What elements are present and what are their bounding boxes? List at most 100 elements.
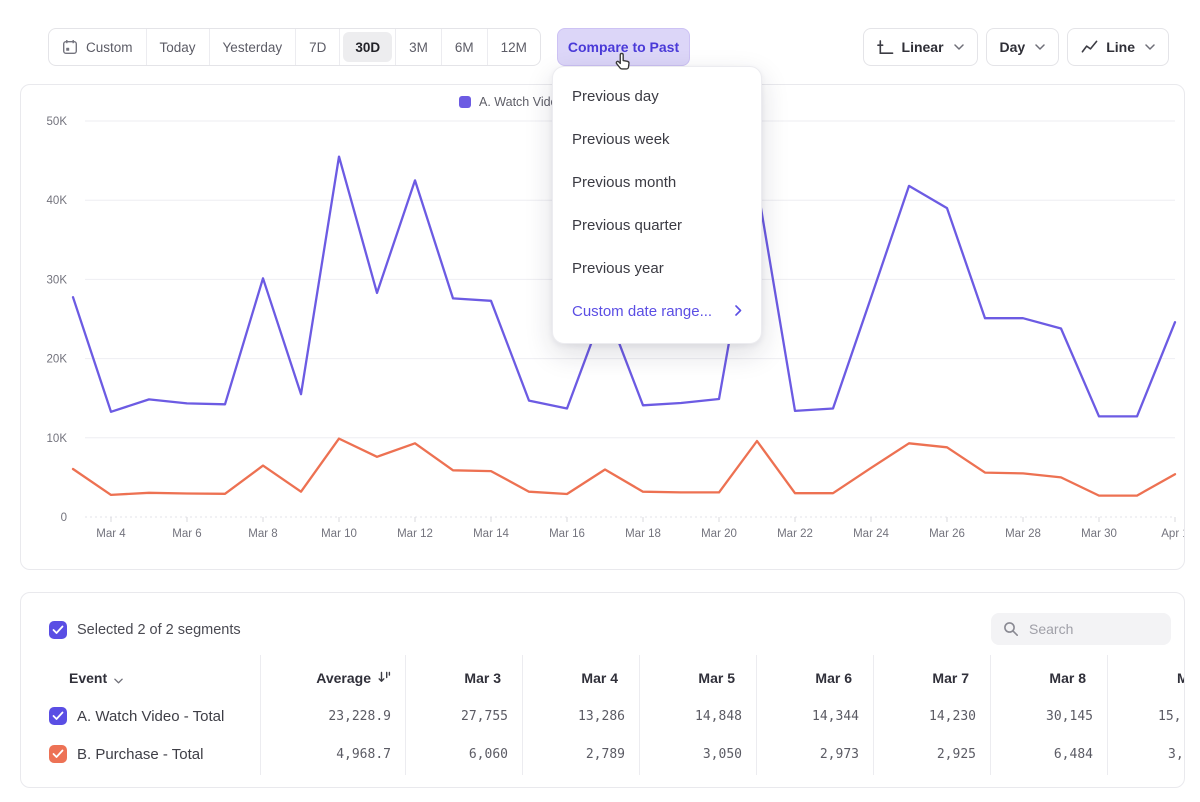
series-line-b — [73, 439, 1175, 496]
range-button-custom[interactable]: Custom — [49, 29, 147, 65]
cell-mar5: 3,050 — [639, 747, 756, 762]
cell-mar9-clipped: 15, — [1158, 709, 1181, 724]
column-header-mar7[interactable]: Mar 7 — [873, 670, 990, 686]
column-header-mar8[interactable]: Mar 8 — [990, 670, 1107, 686]
range-button-3m[interactable]: 3M — [395, 29, 442, 65]
chevron-down-icon — [114, 671, 123, 687]
column-divider — [405, 655, 406, 775]
svg-text:Mar 10: Mar 10 — [321, 528, 357, 540]
cell-mar3: 6,060 — [405, 747, 522, 762]
cell-mar6: 14,344 — [756, 709, 873, 724]
series-a-swatch — [459, 96, 471, 108]
table-row-purchase: B. Purchase - Total 4,968.7 6,060 2,789 … — [21, 735, 1184, 773]
cell-average: 23,228.9 — [260, 709, 405, 724]
menu-item-previous-week[interactable]: Previous week — [553, 118, 761, 161]
column-divider — [990, 655, 991, 775]
column-divider — [522, 655, 523, 775]
scale-dropdown[interactable]: Linear — [863, 28, 978, 66]
range-button-7d[interactable]: 7D — [296, 29, 340, 65]
table-header-row: Event Average Mar 3 Mar 4 Mar 5 Mar 6 Ma… — [21, 659, 1184, 697]
linear-axis-icon — [877, 39, 894, 56]
column-header-mar5[interactable]: Mar 5 — [639, 670, 756, 686]
range-button-6m[interactable]: 6M — [442, 29, 488, 65]
column-header-event[interactable]: Event — [21, 669, 260, 687]
segment-search-box — [991, 613, 1171, 645]
segments-table-card: Selected 2 of 2 segments Event Average M… — [20, 592, 1185, 788]
svg-text:20K: 20K — [47, 354, 68, 366]
range-button-30d-selected[interactable]: 30D — [343, 32, 392, 62]
menu-item-previous-quarter[interactable]: Previous quarter — [553, 204, 761, 247]
column-divider — [260, 655, 261, 775]
chart-type-label: Line — [1106, 39, 1135, 55]
scale-label: Linear — [902, 39, 944, 55]
svg-text:50K: 50K — [47, 116, 68, 128]
cell-mar4: 2,789 — [522, 747, 639, 762]
cell-mar9-clipped: 3, — [1168, 747, 1184, 762]
svg-text:Apr 1: Apr 1 — [1161, 528, 1184, 540]
cell-mar7: 2,925 — [873, 747, 990, 762]
cell-mar4: 13,286 — [522, 709, 639, 724]
svg-text:Mar 8: Mar 8 — [248, 528, 277, 540]
interval-label: Day — [1000, 39, 1026, 55]
range-button-yesterday[interactable]: Yesterday — [210, 29, 297, 65]
line-chart-icon — [1081, 39, 1098, 56]
column-header-mar4[interactable]: Mar 4 — [522, 670, 639, 686]
menu-item-custom-date-range[interactable]: Custom date range... — [553, 290, 761, 333]
column-divider — [873, 655, 874, 775]
svg-text:40K: 40K — [47, 195, 68, 207]
svg-text:Mar 12: Mar 12 — [397, 528, 433, 540]
svg-text:Mar 16: Mar 16 — [549, 528, 585, 540]
svg-text:Mar 20: Mar 20 — [701, 528, 737, 540]
sort-descending-icon — [377, 670, 391, 687]
table-row-watch-video: A. Watch Video - Total 23,228.9 27,755 1… — [21, 697, 1184, 735]
column-header-mar9-clipped[interactable]: M — [1177, 670, 1185, 686]
menu-item-previous-month[interactable]: Previous month — [553, 161, 761, 204]
interval-dropdown[interactable]: Day — [986, 28, 1060, 66]
compare-to-past-menu: Previous day Previous week Previous mont… — [552, 66, 762, 344]
svg-text:Mar 30: Mar 30 — [1081, 528, 1117, 540]
legend-item-watch-video[interactable]: A. Watch Video — [459, 95, 564, 109]
select-all-checkbox[interactable] — [49, 621, 67, 639]
cell-mar3: 27,755 — [405, 709, 522, 724]
row-label: B. Purchase - Total — [77, 746, 203, 763]
segments-summary-label: Selected 2 of 2 segments — [77, 622, 241, 638]
column-header-mar3[interactable]: Mar 3 — [405, 670, 522, 686]
search-icon — [1003, 621, 1019, 637]
calendar-icon — [62, 39, 78, 55]
svg-text:Mar 22: Mar 22 — [777, 528, 813, 540]
compare-to-past-button[interactable]: Compare to Past — [557, 28, 690, 66]
range-button-today[interactable]: Today — [147, 29, 210, 65]
chevron-down-icon — [1145, 44, 1155, 50]
chart-type-dropdown[interactable]: Line — [1067, 28, 1169, 66]
svg-text:Mar 26: Mar 26 — [929, 528, 965, 540]
cell-mar8: 6,484 — [990, 747, 1107, 762]
chevron-down-icon — [954, 44, 964, 50]
column-header-mar6[interactable]: Mar 6 — [756, 670, 873, 686]
svg-text:Mar 4: Mar 4 — [96, 528, 126, 540]
column-header-average[interactable]: Average — [260, 670, 405, 687]
cell-average: 4,968.7 — [260, 747, 405, 762]
svg-text:Mar 6: Mar 6 — [172, 528, 201, 540]
search-input[interactable] — [1027, 620, 1159, 638]
cell-mar8: 30,145 — [990, 709, 1107, 724]
menu-item-previous-year[interactable]: Previous year — [553, 247, 761, 290]
svg-text:Mar 24: Mar 24 — [853, 528, 889, 540]
range-button-12m[interactable]: 12M — [488, 29, 540, 65]
date-range-segmented-control: Custom Today Yesterday 7D 30D 3M 6M 12M — [48, 28, 541, 66]
svg-text:Mar 14: Mar 14 — [473, 528, 509, 540]
svg-text:30K: 30K — [47, 274, 68, 286]
svg-text:0: 0 — [61, 512, 67, 524]
svg-text:Mar 18: Mar 18 — [625, 528, 661, 540]
menu-item-previous-day[interactable]: Previous day — [553, 75, 761, 118]
row-checkbox-purchase[interactable] — [49, 745, 67, 763]
custom-date-range-label: Custom date range... — [572, 303, 712, 320]
column-divider — [639, 655, 640, 775]
chevron-right-icon — [735, 303, 742, 320]
cell-mar6: 2,973 — [756, 747, 873, 762]
chart-controls: Linear Day Line — [863, 28, 1169, 66]
svg-text:10K: 10K — [47, 433, 68, 445]
column-divider — [1107, 655, 1108, 775]
cell-mar5: 14,848 — [639, 709, 756, 724]
row-checkbox-watch-video[interactable] — [49, 707, 67, 725]
row-label: A. Watch Video - Total — [77, 708, 224, 725]
